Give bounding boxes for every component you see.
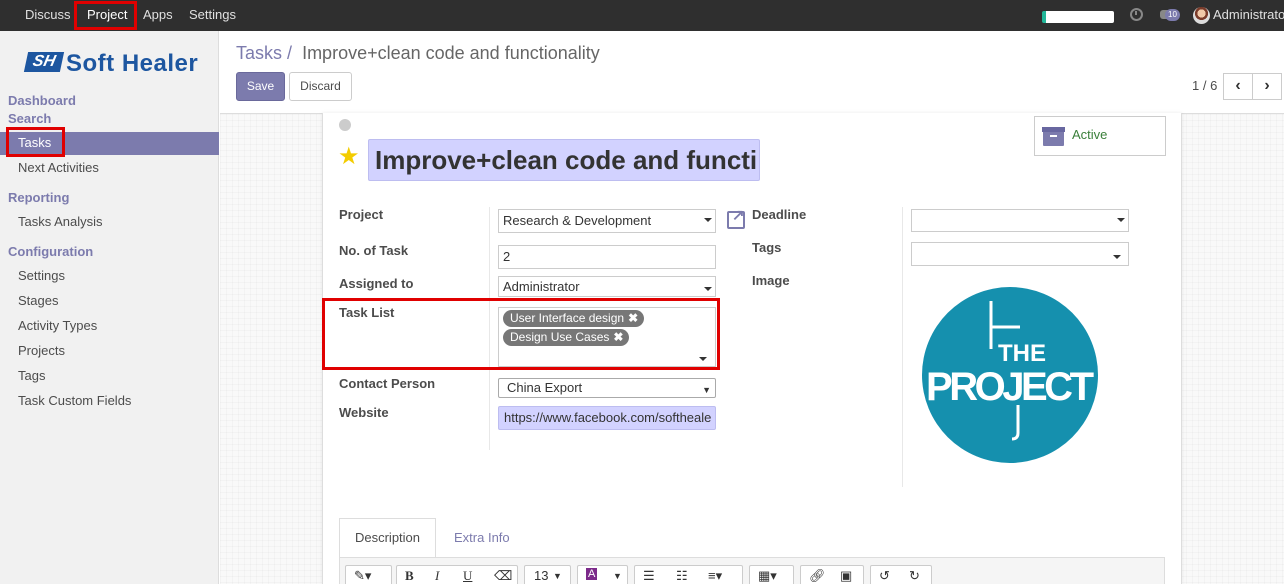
highlight-box [74,1,137,30]
active-label: Active [1072,127,1108,142]
logo-text-main: PROJECT [926,365,1094,409]
column-divider [902,207,903,487]
avatar[interactable] [1193,7,1210,24]
star-icon[interactable]: ★ [338,145,360,169]
sidebar-item-stages[interactable]: Stages [18,293,58,308]
tags-label: Tags [752,240,782,255]
numbered-list-icon[interactable]: ☷ [676,568,688,584]
sidebar-item-settings[interactable]: Settings [18,268,65,283]
menu-discuss[interactable]: Discuss [25,0,71,31]
pager-previous-button[interactable]: ‹ [1223,73,1253,100]
project-select[interactable]: Research & Development [498,209,716,233]
font-color-icon: A [586,568,598,580]
underline-icon[interactable]: U [463,568,472,584]
project-label: Project [339,207,384,222]
logo-mark: SH [23,52,65,72]
bullet-list-icon[interactable]: ☰ [643,568,655,584]
chevron-down-icon: ▼ [613,571,622,581]
no-of-task-input[interactable]: 2 [498,245,716,269]
external-link-icon[interactable] [727,206,745,229]
contact-person-label: Contact Person [339,376,436,391]
italic-icon[interactable]: I [435,568,439,584]
sidebar: SH Soft Healer Dashboard Search Tasks Ne… [0,31,219,584]
notification-badge: 10 [1165,9,1180,21]
top-navbar: Discuss Project Apps Settings 10 Adminis… [0,0,1284,31]
website-label: Website [339,405,389,420]
assigned-to-label: Assigned to [339,276,414,291]
pager-value[interactable]: 1 / 6 [1192,78,1217,93]
logo-text: Soft Healer [66,50,199,77]
align-icon[interactable]: ≡▾ [708,568,722,584]
deadline-input[interactable] [911,209,1129,232]
highlight-box [322,298,720,370]
contact-person-select[interactable]: China Export ▼ [498,378,716,398]
image-icon[interactable]: ▣ [840,568,852,584]
sidebar-section-dashboard[interactable]: Dashboard [8,93,76,108]
sidebar-item-task-custom-fields[interactable]: Task Custom Fields [18,393,131,408]
table-icon: ▦▾ [758,568,777,583]
magic-wand-icon: ✎▾ [354,568,372,583]
pager-next-button[interactable]: › [1252,73,1282,100]
font-size-value: 13 [534,568,549,583]
menu-settings[interactable]: Settings [189,0,236,31]
sidebar-item-tasks-analysis[interactable]: Tasks Analysis [18,214,103,229]
link-icon[interactable]: 🔗︎ [809,568,826,584]
undo-icon[interactable]: ↺ [879,568,890,584]
sidebar-section-configuration: Configuration [8,244,94,259]
archive-icon [1042,127,1065,146]
chevron-down-icon [704,287,712,291]
chevron-down-icon: ▼ [553,571,562,581]
menu-apps[interactable]: Apps [143,0,173,31]
progress-indicator [1042,11,1114,23]
breadcrumb: Tasks / Improve+clean code and functiona… [236,43,600,64]
save-button[interactable]: Save [236,72,285,101]
image-label: Image [752,273,790,288]
eraser-icon[interactable]: ⌫ [494,568,512,584]
contact-person-value: China Export [507,380,583,395]
activity-clock-icon[interactable] [1130,8,1143,21]
chevron-down-icon [1113,255,1121,259]
sidebar-section-reporting: Reporting [8,190,70,205]
sidebar-item-tags[interactable]: Tags [18,368,45,383]
discard-button[interactable]: Discard [289,72,352,101]
project-image[interactable]: THE PROJECT [922,287,1098,463]
chevron-down-icon: ▼ [702,385,711,395]
website-input[interactable]: https://www.facebook.com/softheale [498,406,716,430]
tags-input[interactable] [911,242,1129,266]
bold-icon[interactable]: B [405,568,414,584]
tab-extra-info[interactable]: Extra Info [454,530,510,545]
highlight-box [6,127,65,157]
task-title-input[interactable]: Improve+clean code and functi [368,139,760,181]
chevron-down-icon [1117,218,1125,222]
assigned-to-select[interactable]: Administrator [498,276,716,297]
user-menu[interactable]: Administrator [1213,0,1284,30]
redo-icon[interactable]: ↻ [909,568,920,584]
sidebar-section-search[interactable]: Search [8,111,51,126]
tab-description[interactable]: Description [339,518,436,558]
kanban-state-icon[interactable] [339,119,351,131]
no-of-task-label: No. of Task [339,243,409,258]
deadline-label: Deadline [752,207,807,222]
logo-text-top: THE [998,340,1046,367]
breadcrumb-separator: / [287,43,293,63]
sidebar-item-activity-types[interactable]: Activity Types [18,318,97,333]
breadcrumb-current: Improve+clean code and functionality [302,43,600,63]
sidebar-item-projects[interactable]: Projects [18,343,65,358]
breadcrumb-parent[interactable]: Tasks [236,43,282,63]
sidebar-item-next-activities[interactable]: Next Activities [18,160,99,175]
chevron-down-icon [704,218,712,222]
